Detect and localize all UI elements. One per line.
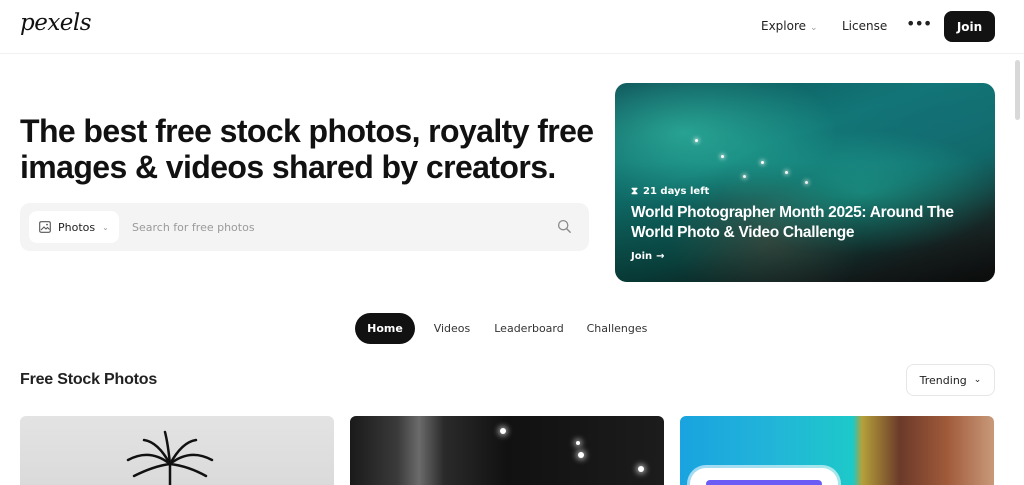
light-decoration	[576, 441, 580, 445]
search-type-label: Photos	[58, 220, 96, 234]
feature-content: ⧗ 21 days left World Photographer Month …	[631, 186, 971, 262]
pexels-logo[interactable]: pexels	[20, 10, 92, 36]
photo-card[interactable]	[680, 416, 994, 485]
search-icon[interactable]	[557, 219, 572, 234]
nav-explore[interactable]: Explore ⌄	[761, 19, 818, 33]
sparkle-decoration	[721, 155, 724, 158]
chevron-down-icon: ⌄	[810, 23, 818, 33]
sparkle-decoration	[695, 139, 698, 142]
nav-license[interactable]: License	[842, 19, 887, 33]
tab-challenges[interactable]: Challenges	[582, 313, 652, 344]
sort-dropdown[interactable]: Trending ⌄	[906, 364, 995, 396]
more-options-icon[interactable]: •••	[906, 14, 932, 33]
page-scrollbar[interactable]	[1015, 60, 1020, 120]
section-title: Free Stock Photos	[20, 371, 158, 388]
challenge-feature-card[interactable]: ⧗ 21 days left World Photographer Month …	[615, 83, 995, 282]
image-icon	[39, 221, 51, 233]
phone-mockup-image	[690, 468, 838, 485]
hourglass-icon: ⧗	[631, 186, 639, 197]
feature-title: World Photographer Month 2025: Around Th…	[631, 204, 954, 241]
days-left: ⧗ 21 days left	[631, 186, 971, 197]
sparkle-decoration	[805, 181, 808, 184]
palm-tree-image	[126, 430, 214, 485]
arrow-right-icon: →	[656, 251, 665, 262]
search-bar: Photos ⌄	[20, 203, 589, 251]
search-type-dropdown[interactable]: Photos ⌄	[29, 211, 119, 243]
feature-join-label: Join	[631, 251, 653, 262]
light-decoration	[578, 452, 584, 458]
search-input[interactable]	[132, 217, 532, 237]
content-tabs: Home Videos Leaderboard Challenges	[0, 313, 1024, 344]
sparkle-decoration	[761, 161, 764, 164]
tab-videos[interactable]: Videos	[426, 313, 478, 344]
sparkle-decoration	[785, 171, 788, 174]
sparkle-decoration	[743, 175, 746, 178]
chevron-down-icon: ⌄	[102, 222, 109, 232]
tab-home[interactable]: Home	[355, 313, 415, 344]
days-left-label: 21 days left	[643, 186, 710, 197]
light-decoration	[638, 466, 644, 472]
join-button[interactable]: Join	[944, 11, 995, 42]
photo-card[interactable]	[20, 416, 334, 485]
chevron-down-icon: ⌄	[973, 375, 982, 385]
light-decoration	[500, 428, 506, 434]
feature-join-link[interactable]: Join →	[631, 251, 971, 262]
hero-title: The best free stock photos, royalty free…	[20, 113, 594, 185]
photo-card[interactable]	[350, 416, 664, 485]
sort-label: Trending	[919, 373, 967, 387]
nav-explore-label: Explore	[761, 19, 807, 33]
tab-leaderboard[interactable]: Leaderboard	[490, 313, 568, 344]
top-nav: pexels Explore ⌄ License ••• Join	[0, 0, 1024, 54]
